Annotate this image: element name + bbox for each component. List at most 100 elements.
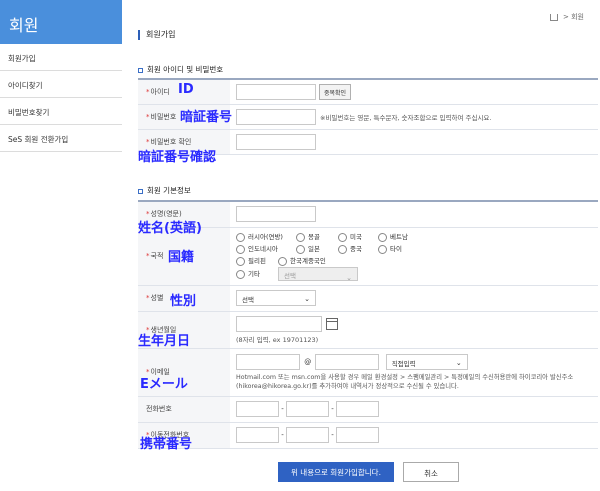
radio-icon[interactable]: [378, 232, 387, 242]
section-title-text: 회원 기본정보: [147, 186, 191, 195]
chevron-down-icon: ⌄: [304, 295, 310, 303]
email-notice: Hotmail.com 또는 msn.com을 사용할 경우 메일 환경설정 >…: [236, 373, 574, 390]
nationality-option[interactable]: 미국: [338, 231, 378, 243]
nationality-option[interactable]: 필리핀: [236, 255, 278, 267]
mobile-cell: - -: [230, 422, 598, 449]
form-row-name: *성명(영문): [138, 200, 598, 228]
password-cell: ※비밀번호는 영문, 특수문자, 숫자조합으로 입력하여 주십시요.: [230, 104, 598, 130]
radio-icon[interactable]: [338, 232, 347, 242]
radio-icon[interactable]: [278, 256, 287, 266]
password-confirm-input[interactable]: [236, 133, 316, 150]
home-icon[interactable]: [549, 13, 558, 21]
dash: -: [281, 431, 284, 439]
nationality-other-select[interactable]: 선택 ⌄: [278, 267, 358, 282]
annotation-nationality: 国籍: [168, 250, 195, 265]
radio-icon[interactable]: [236, 269, 245, 279]
sidebar-item-find-id[interactable]: 아이디찾기: [0, 71, 122, 98]
nationality-option[interactable]: 기타: [236, 268, 278, 280]
password-confirm-cell: [230, 129, 598, 155]
form-row-id: *아이디 중복확인: [138, 78, 598, 105]
radio-icon[interactable]: [338, 244, 347, 254]
nationality-option[interactable]: 러시아(연방): [236, 231, 296, 243]
form-row-gender: *성별 선택 ⌄: [138, 285, 598, 312]
email-domain-input[interactable]: [315, 353, 380, 370]
form-row-birthdate: *생년월일 (8자리 입력, ex 19701123): [138, 311, 598, 349]
nationality-option[interactable]: 인도네시아: [236, 243, 296, 255]
form-row-email: *이메일 @ 직접입력 ⌄ Hotmail.com 또는 msn.com을 사용할…: [138, 348, 598, 397]
nationality-option[interactable]: 베트남: [378, 231, 422, 243]
phone-input-1[interactable]: [236, 401, 279, 417]
name-input[interactable]: [236, 206, 316, 223]
nationality-cell: 러시아(연방) 몽골 미국 베트남 인도네시아 일본 중국 타이 필리핀 한국계중국인 기타 선…: [230, 227, 598, 286]
annotation-password: 暗証番号: [180, 110, 233, 125]
phone-input-2[interactable]: [286, 401, 329, 417]
chevron-down-icon: ⌄: [346, 274, 352, 282]
nationality-option[interactable]: 타이: [378, 243, 422, 255]
section-title-basic-info: 회원 기본정보: [138, 185, 191, 196]
cancel-button[interactable]: 취소: [403, 462, 459, 482]
phone-cell: - -: [230, 396, 598, 423]
annotation-gender: 性別: [170, 294, 197, 309]
nationality-option[interactable]: 몽골: [296, 231, 338, 243]
section-title-account: 회원 아이디 및 비밀번호: [138, 64, 223, 75]
sidebar-item-ses-conversion[interactable]: SeS 회원 전환가입: [0, 125, 122, 152]
annotation-birthdate: 生年月日: [138, 334, 191, 349]
dash: -: [331, 431, 334, 439]
breadcrumb: > 회원: [549, 12, 584, 22]
annotation-mobile: 携帯番号: [140, 437, 193, 452]
id-cell: 중복확인: [230, 78, 598, 105]
mobile-input-2[interactable]: [286, 427, 329, 443]
birthdate-cell: (8자리 입력, ex 19701123): [230, 311, 598, 349]
id-duplicate-check-button[interactable]: 중복확인: [319, 83, 352, 100]
gender-cell: 선택 ⌄: [230, 285, 598, 312]
sidebar-item-signup[interactable]: 회원가입: [0, 44, 122, 71]
password-hint: ※비밀번호는 영문, 특수문자, 숫자조합으로 입력하여 주십시요.: [320, 113, 492, 122]
name-cell: [230, 200, 598, 228]
nationality-option[interactable]: 중국: [338, 243, 378, 255]
annotation-id: ID: [178, 82, 194, 97]
radio-icon[interactable]: [236, 232, 245, 242]
breadcrumb-separator: >: [563, 13, 569, 21]
email-domain-select[interactable]: 직접입력 ⌄: [385, 353, 468, 370]
radio-icon[interactable]: [296, 232, 305, 242]
radio-icon[interactable]: [296, 244, 305, 254]
phone-label: 전화번호: [138, 396, 230, 423]
radio-icon[interactable]: [378, 244, 387, 254]
form-row-phone: 전화번호 - -: [138, 396, 598, 423]
breadcrumb-current[interactable]: 회원: [571, 13, 584, 21]
annotation-password-confirm: 暗証番号確認: [138, 150, 217, 165]
email-local-input[interactable]: [236, 353, 300, 370]
dash: -: [331, 405, 334, 413]
birthdate-input[interactable]: [236, 315, 322, 332]
calendar-icon[interactable]: [326, 317, 338, 330]
sidebar-title: 회원: [0, 0, 122, 44]
section-bullet-icon: [138, 67, 143, 73]
annotation-name: 姓名(英語): [138, 221, 202, 236]
page-title: 회원가입: [138, 30, 175, 40]
annotation-email: Eメール: [140, 377, 188, 392]
mobile-input-1[interactable]: [236, 427, 279, 443]
main-content: > 회원 회원가입 회원 아이디 및 비밀번호 *아이디 중복확인 *비밀번호 …: [132, 0, 598, 491]
sidebar: 회원 회원가입 아이디찾기 비밀번호찾기 SeS 회원 전환가입: [0, 0, 122, 491]
sidebar-item-find-password[interactable]: 비밀번호찾기: [0, 98, 122, 125]
radio-icon[interactable]: [236, 244, 245, 254]
dash: -: [281, 405, 284, 413]
nationality-option[interactable]: 한국계중국인: [278, 255, 338, 267]
gender-select[interactable]: 선택 ⌄: [236, 290, 316, 306]
section-title-text: 회원 아이디 및 비밀번호: [147, 65, 224, 74]
basic-info-form-table: *성명(영문) *국적 러시아(연방) 몽골 미국 베트남 인도네시아 일본 중국 타이 필…: [138, 200, 598, 449]
radio-icon[interactable]: [236, 256, 245, 266]
submit-signup-button[interactable]: 위 내용으로 회원가입합니다.: [278, 462, 394, 482]
section-bullet-icon: [138, 188, 143, 194]
email-cell: @ 직접입력 ⌄ Hotmail.com 또는 msn.com을 사용할 경우 메…: [230, 348, 598, 397]
nationality-option[interactable]: 일본: [296, 243, 338, 255]
email-at-sign: @: [304, 357, 312, 366]
password-input[interactable]: [236, 108, 316, 125]
mobile-input-3[interactable]: [336, 427, 379, 443]
id-input[interactable]: [236, 83, 316, 100]
form-row-mobile: *이동전화번호 - -: [138, 422, 598, 449]
form-row-nationality: *국적 러시아(연방) 몽골 미국 베트남 인도네시아 일본 중국 타이 필리핀 한국계중국인…: [138, 227, 598, 286]
phone-input-3[interactable]: [336, 401, 379, 417]
chevron-down-icon: ⌄: [455, 358, 462, 367]
birthdate-hint: (8자리 입력, ex 19701123): [236, 335, 319, 344]
